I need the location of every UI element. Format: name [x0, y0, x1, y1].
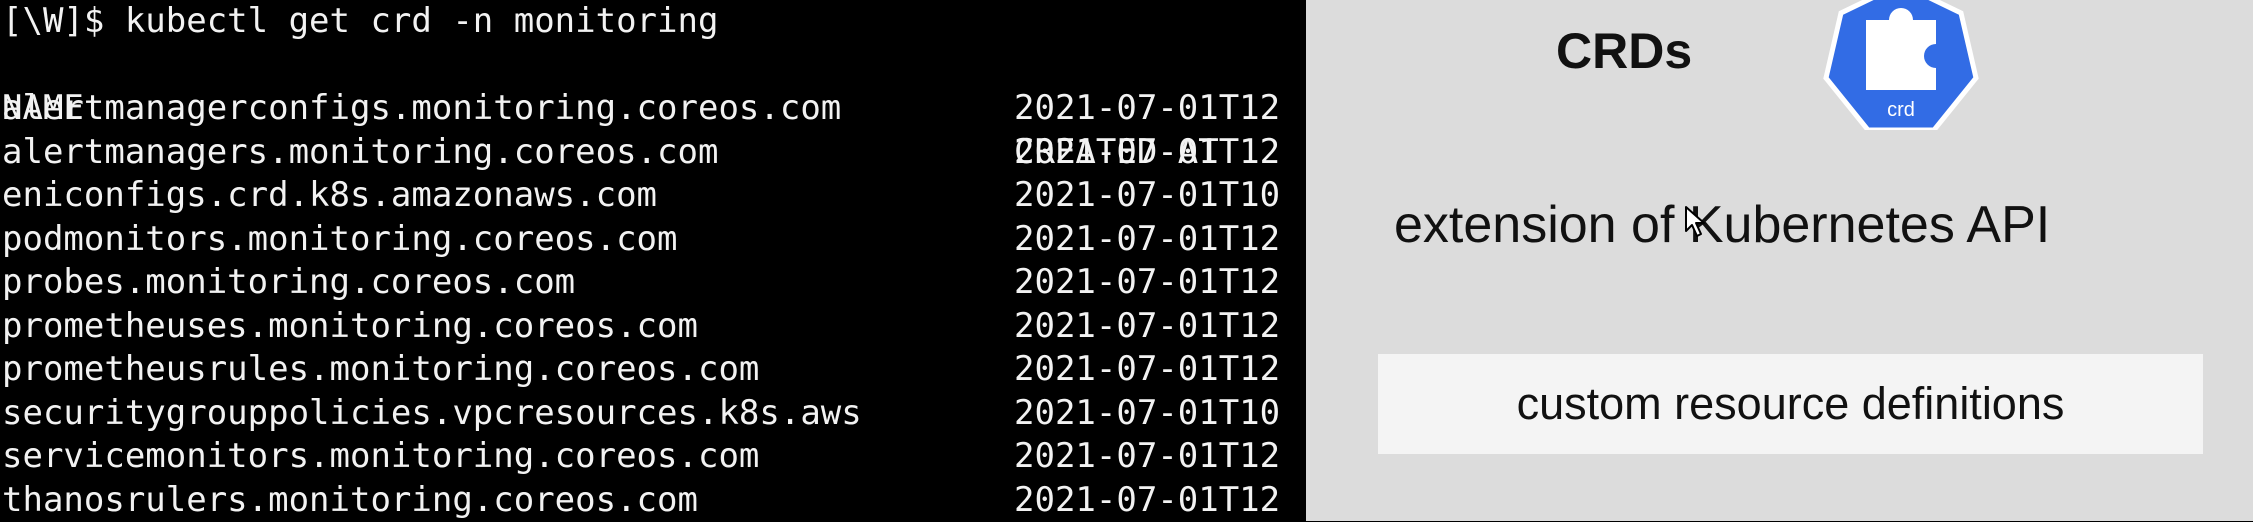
table-row: podmonitors.monitoring.coreos.com 2021-07…	[2, 218, 1502, 262]
presentation-slide: CRDs crd extension of Kubernetes API cus…	[1306, 0, 2253, 521]
table-row: eniconfigs.crd.k8s.amazonaws.com 2021-07-…	[2, 174, 1502, 218]
table-row: alertmanagers.monitoring.coreos.com 2021-…	[2, 131, 1502, 175]
crd-created-date: 2021-07-01T12	[1014, 261, 1280, 305]
crd-created-date: 2021-07-01T12	[1014, 218, 1280, 262]
crd-name: servicemonitors.monitoring.coreos.com	[2, 435, 759, 479]
definition-box: custom resource definitions	[1378, 354, 2203, 454]
crd-created-date: 2021-07-01T12	[1014, 348, 1280, 392]
crd-name: probes.monitoring.coreos.com	[2, 261, 575, 305]
puzzle-piece-icon: crd	[1821, 0, 1981, 130]
command-prompt-line: [\W]$ kubectl get crd -n monitoring	[2, 0, 718, 44]
table-row: securitygrouppolicies.vpcresources.k8s.a…	[2, 392, 1502, 436]
slide-subtitle: extension of Kubernetes API	[1394, 195, 2050, 255]
crd-logo-label: crd	[1887, 99, 1915, 121]
crd-created-date: 2021-07-01T12	[1014, 87, 1280, 131]
table-row: prometheuses.monitoring.coreos.com 2021-0…	[2, 305, 1502, 349]
crd-created-date: 2021-07-01T12	[1014, 305, 1280, 349]
crd-name: podmonitors.monitoring.coreos.com	[2, 218, 678, 262]
crd-name: prometheusrules.monitoring.coreos.com	[2, 348, 759, 392]
crd-created-date: 2021-07-01T10	[1014, 174, 1280, 218]
definition-text: custom resource definitions	[1378, 354, 2203, 454]
crd-name: alertmanagerconfigs.monitoring.coreos.co…	[2, 87, 841, 131]
crd-name: alertmanagers.monitoring.coreos.com	[2, 131, 718, 175]
table-row: alertmanagerconfigs.monitoring.coreos.co…	[2, 87, 1502, 131]
crd-created-date: 2021-07-01T10	[1014, 392, 1280, 436]
crd-name: eniconfigs.crd.k8s.amazonaws.com	[2, 174, 657, 218]
crd-name: thanosrulers.monitoring.coreos.com	[2, 479, 698, 522]
slide-title: CRDs	[1556, 22, 1692, 80]
crd-name: securitygrouppolicies.vpcresources.k8s.a…	[2, 392, 862, 436]
table-row: thanosrulers.monitoring.coreos.com 2021-0…	[2, 479, 1502, 522]
crd-name: prometheuses.monitoring.coreos.com	[2, 305, 698, 349]
table-header: NAME CREATED AT	[2, 44, 1402, 88]
table-row: servicemonitors.monitoring.coreos.com 202…	[2, 435, 1502, 479]
table-row: prometheusrules.monitoring.coreos.com 202…	[2, 348, 1502, 392]
mouse-cursor-icon	[1684, 205, 1710, 239]
table-row: probes.monitoring.coreos.com 2021-07-01T1…	[2, 261, 1502, 305]
crd-logo: crd	[1821, 0, 1981, 130]
crd-created-date: 2021-07-01T12	[1014, 435, 1280, 479]
crd-created-date: 2021-07-01T12	[1014, 479, 1280, 522]
crd-created-date: 2021-07-01T12	[1014, 131, 1280, 175]
